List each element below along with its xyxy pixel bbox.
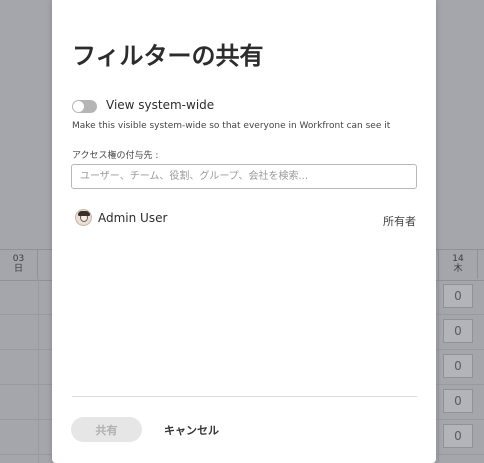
user-role[interactable]: 所有者 [383,213,416,229]
calendar-gridline [38,279,39,463]
toggle-knob [73,101,84,112]
user-avatar-icon [75,209,92,226]
calendar-gridline [438,279,439,463]
system-wide-toggle-label[interactable]: View system-wide [106,98,214,112]
shared-user-row: Admin User 所有者 [72,206,416,230]
calendar-cell-value[interactable]: 0 [443,424,473,448]
access-label: アクセス権の付与先 : [72,151,159,161]
calendar-cell-value[interactable]: 0 [443,284,473,308]
day-weekday: 木 [453,264,463,274]
calendar-cell-value[interactable]: 0 [443,389,473,413]
system-wide-description: Make this visible system-wide so that ev… [72,121,391,131]
share-button[interactable]: 共有 [71,417,142,442]
dialog-title: フィルターの共有 [72,42,264,70]
share-filter-dialog: フィルターの共有 View system-wide Make this visi… [52,0,436,463]
cancel-button[interactable]: キャンセル [156,417,227,442]
system-wide-toggle[interactable] [72,100,97,113]
day-date: 03 [12,254,25,264]
calendar-cell-value[interactable]: 0 [443,319,473,343]
user-name: Admin User [98,211,168,225]
footer-divider [72,396,417,397]
day-weekday: 日 [13,264,23,274]
day-header-right: 14 木 [438,249,478,279]
share-search-input[interactable] [71,164,417,189]
day-header-left: 03 日 [0,249,38,279]
day-date: 14 [452,254,464,264]
calendar-cell-value[interactable]: 0 [443,354,473,378]
